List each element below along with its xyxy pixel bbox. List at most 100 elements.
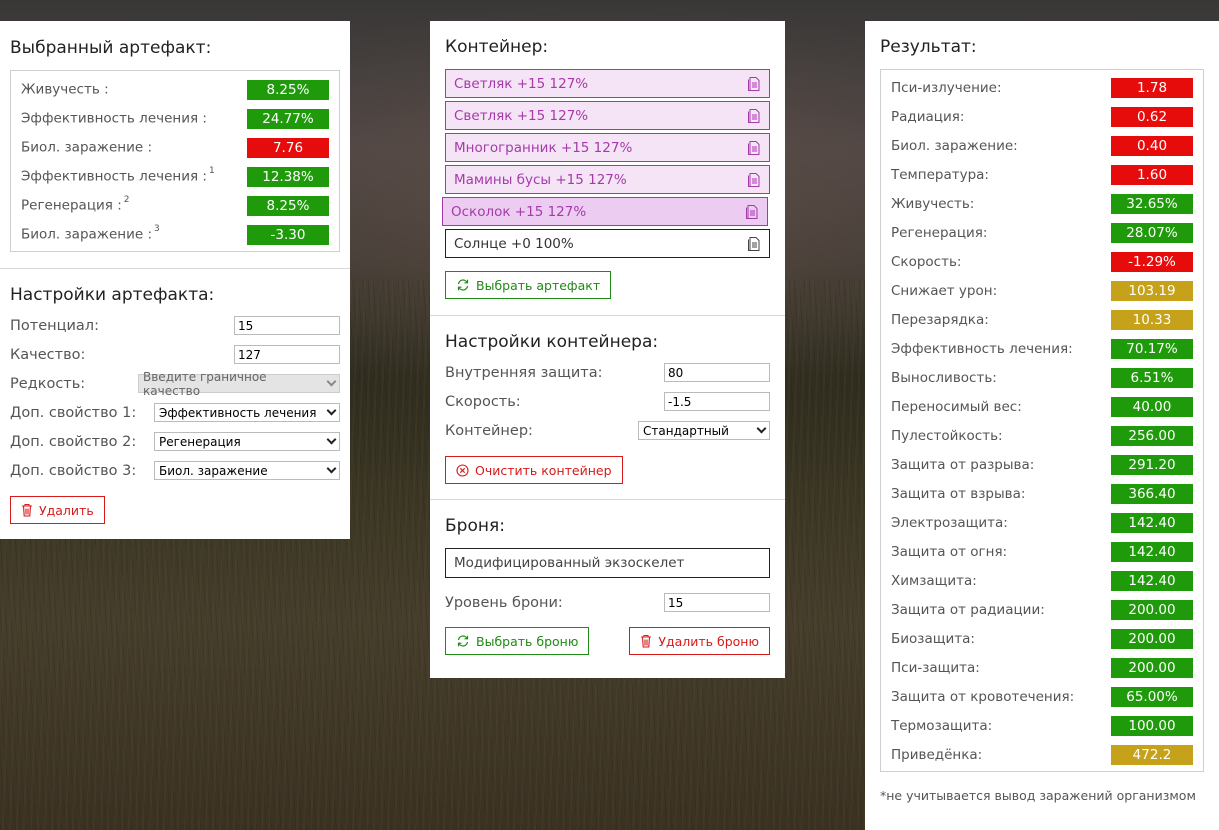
quality-input[interactable] xyxy=(234,345,340,364)
armor-level-input[interactable] xyxy=(664,593,770,612)
extra1-select-value: Эффективность лечения xyxy=(159,405,317,420)
container-artifact-item[interactable]: Многогранник +15 127% xyxy=(445,133,770,162)
stat-value-badge: 291.20 xyxy=(1111,454,1193,475)
stat-label-text: Биол. заражение : xyxy=(21,226,153,243)
stat-row: Выносливость: 6.51% xyxy=(891,363,1193,392)
extra3-select[interactable]: Биол. заражение xyxy=(154,461,340,480)
stat-label: Приведёнка: xyxy=(891,747,982,763)
stat-label: Защита от разрыва: xyxy=(891,457,1034,473)
container-type-select[interactable]: Стандартный xyxy=(638,421,770,440)
container-artifact-item[interactable]: Мамины бусы +15 127% xyxy=(445,165,770,194)
stat-label-text: Регенерация: xyxy=(891,224,988,241)
stat-label: Эффективность лечения: xyxy=(891,341,1073,357)
armor-title: Броня: xyxy=(445,516,505,536)
extra2-select[interactable]: Регенерация xyxy=(154,432,340,451)
footnote-marker: 1 xyxy=(208,166,215,177)
stat-value-badge: 24.77% xyxy=(247,108,329,129)
container-artifact-item[interactable]: Светляк +15 127% xyxy=(445,101,770,130)
stat-row: Защита от взрыва: 366.40 xyxy=(891,479,1193,508)
extra1-select[interactable]: Эффективность лечения xyxy=(154,403,340,422)
rarity-row: Редкость: Введите граничное качество xyxy=(10,369,340,398)
stat-value-badge: 200.00 xyxy=(1111,628,1193,649)
stat-value-badge: 472.2 xyxy=(1111,744,1193,765)
stat-label: Регенерация :2 xyxy=(21,195,129,214)
stat-label-text: Живучесть : xyxy=(21,81,109,98)
refresh-icon xyxy=(457,635,469,647)
clear-container-button[interactable]: Очистить контейнер xyxy=(445,456,623,484)
choose-artifact-button[interactable]: Выбрать артефакт xyxy=(445,271,612,299)
result-panel: Результат: Пси-излучение: 1.78 Радиация: 0.… xyxy=(865,21,1219,830)
chevron-down-icon xyxy=(326,376,337,387)
extra1-label: Доп. свойство 1: xyxy=(10,404,137,421)
stat-row: Температура: 1.60 xyxy=(891,160,1193,189)
chevron-down-icon xyxy=(326,463,337,474)
speed-input[interactable] xyxy=(664,392,770,411)
stat-label: Пулестойкость: xyxy=(891,428,1003,444)
stat-value-badge: 10.33 xyxy=(1111,309,1193,330)
stat-value-badge: -1.29% xyxy=(1111,251,1193,272)
delete-armor-button[interactable]: Удалить броню xyxy=(629,627,770,655)
stat-label: Эффективность лечения : xyxy=(21,110,209,127)
container-panel: Контейнер: Светляк +15 127% Светляк +15 1… xyxy=(430,21,785,678)
stat-row: Снижает урон: 103.19 xyxy=(891,276,1193,305)
stat-label-text: Приведёнка: xyxy=(891,746,983,763)
container-artifact-item[interactable]: Солнце +0 100% xyxy=(445,229,770,258)
stat-label: Перезарядка: xyxy=(891,312,989,328)
stat-label-text: Скорость: xyxy=(891,253,962,270)
stat-label: Защита от взрыва: xyxy=(891,486,1025,502)
stat-label-text: Термозащита: xyxy=(891,717,993,734)
stat-value-badge: 8.25% xyxy=(247,79,329,100)
container-artifact-item[interactable]: Осколок +15 127% xyxy=(442,197,768,226)
stat-row: Эффективность лечения: 70.17% xyxy=(891,334,1193,363)
container-type-value: Стандартный xyxy=(643,423,729,438)
stat-label-text: Пси-излучение: xyxy=(891,79,1002,96)
result-stats: Пси-излучение: 1.78 Радиация: 0.62 Биол. зар… xyxy=(880,69,1204,772)
protection-row: Внутренняя защита: xyxy=(445,358,770,387)
delete-artifact-button[interactable]: Удалить xyxy=(10,496,105,524)
protection-input[interactable] xyxy=(664,363,770,382)
document-icon xyxy=(748,140,760,155)
container-artifact-label: Светляк +15 127% xyxy=(454,75,589,92)
stat-label: Эффективность лечения :1 xyxy=(21,166,215,185)
stat-label: Живучесть : xyxy=(21,81,111,98)
stat-row: Защита от разрыва: 291.20 xyxy=(891,450,1193,479)
stat-label: Термозащита: xyxy=(891,718,992,734)
stat-row: Регенерация: 28.07% xyxy=(891,218,1193,247)
stat-row: Защита от кровотечения: 65.00% xyxy=(891,682,1193,711)
stat-label: Регенерация: xyxy=(891,225,987,241)
armor-section: Броня: Модифицированный экзоскелет Урове… xyxy=(430,499,785,655)
stat-label-text: Химзащита: xyxy=(891,572,977,589)
container-artifact-item[interactable]: Светляк +15 127% xyxy=(445,69,770,98)
stat-value-badge: 100.00 xyxy=(1111,715,1193,736)
stat-value-badge: 70.17% xyxy=(1111,338,1193,359)
stat-label: Выносливость: xyxy=(891,370,997,386)
document-icon xyxy=(748,76,760,91)
rarity-label: Редкость: xyxy=(10,375,86,392)
result-title: Результат: xyxy=(880,37,977,57)
stat-value-badge: -3.30 xyxy=(247,224,329,245)
container-title: Контейнер: xyxy=(445,37,549,57)
potential-input[interactable] xyxy=(234,316,340,335)
stat-value-badge: 65.00% xyxy=(1111,686,1193,707)
stat-row: Защита от радиации: 200.00 xyxy=(891,595,1193,624)
stat-label-text: Живучесть: xyxy=(891,195,975,212)
document-icon xyxy=(748,236,760,251)
artifact-settings-section: Настройки артефакта: Потенциал: Качество… xyxy=(0,268,350,524)
result-section: Результат: Пси-излучение: 1.78 Радиация: 0.… xyxy=(865,21,1219,804)
stat-row: Эффективность лечения :1 12.38% xyxy=(21,162,329,191)
stat-label-text: Температура: xyxy=(891,166,989,183)
stat-value-badge: 142.40 xyxy=(1111,541,1193,562)
delete-artifact-label: Удалить xyxy=(39,502,94,518)
extra3-row: Доп. свойство 3: Биол. заражение xyxy=(10,456,340,485)
stat-label: Биол. заражение : xyxy=(21,139,154,156)
container-section: Контейнер: Светляк +15 127% Светляк +15 1… xyxy=(430,21,785,315)
stat-label-text: Защита от кровотечения: xyxy=(891,688,1075,705)
stat-value-badge: 256.00 xyxy=(1111,425,1193,446)
container-artifact-label: Осколок +15 127% xyxy=(451,203,587,220)
stat-label-text: Эффективность лечения : xyxy=(21,168,207,185)
footnote-marker: 3 xyxy=(154,224,160,235)
stat-label: Переносимый вес: xyxy=(891,399,1022,415)
armor-selected-box[interactable]: Модифицированный экзоскелет xyxy=(445,548,770,578)
artifact-settings-title: Настройки артефакта: xyxy=(10,285,215,305)
choose-armor-button[interactable]: Выбрать броню xyxy=(445,627,590,655)
